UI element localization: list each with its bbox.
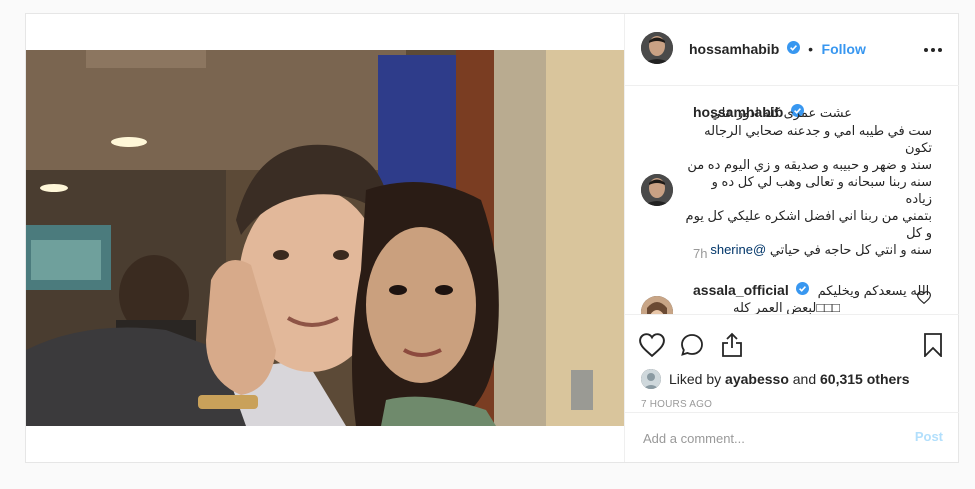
- comment-author[interactable]: assala_official: [693, 282, 789, 298]
- comment-button[interactable]: [679, 333, 705, 362]
- caption-text: عشت عمرى كله ادور علي ست في طيبه امي و ج…: [682, 105, 932, 258]
- share-icon: [721, 332, 743, 362]
- caption-line: عشت عمرى كله ادور علي: [710, 105, 852, 120]
- small-heart-icon: [916, 291, 932, 308]
- commenter-avatar[interactable]: [641, 296, 673, 314]
- header-line: hossamhabib • Follow: [689, 41, 866, 59]
- post-timestamp[interactable]: 7 HOURS AGO: [641, 399, 712, 410]
- separator-dot: •: [808, 41, 814, 58]
- follow-button[interactable]: Follow: [822, 41, 866, 57]
- likes-count[interactable]: 60,315 others: [820, 371, 910, 387]
- post-sidebar: hossamhabib • Follow hossamhabib عشت عمر…: [624, 14, 959, 462]
- photo-area: [26, 14, 624, 462]
- comment-text-line1: الله يسعدكم ويخليكم: [817, 283, 930, 299]
- add-comment-section: Post: [625, 412, 959, 462]
- likes-user[interactable]: ayabesso: [725, 371, 789, 387]
- caption-avatar[interactable]: [641, 174, 673, 206]
- caption-line: سنه ربنا سبحانه و تعالى وهب لي كل ده و ز…: [711, 174, 932, 206]
- bookmark-icon: [923, 333, 943, 361]
- comment-author-line: assala_official الله يسعدكم ويخليكم: [693, 282, 929, 300]
- comment-like-button[interactable]: [916, 291, 932, 309]
- likes-middle: and: [792, 371, 817, 387]
- caption-line: ست في طيبه امي و جدعنه صحابي الرجاله تكو…: [704, 123, 932, 155]
- verified-icon: [786, 41, 800, 59]
- likes-summary[interactable]: Liked by ayabesso and 60,315 others: [669, 371, 910, 387]
- likes-prefix: Liked by: [669, 371, 722, 387]
- post-comment-button[interactable]: Post: [915, 429, 943, 444]
- like-button[interactable]: [639, 333, 665, 362]
- caption-line: سنه و انتي كل حاجه في حياتي @sherine: [682, 241, 932, 258]
- heart-icon: [639, 333, 665, 361]
- comment-icon: [679, 334, 705, 361]
- mention-link[interactable]: @sherine: [710, 242, 766, 257]
- caption-line: بتمني من ربنا اني افضل اشكره عليكي كل يو…: [685, 208, 932, 240]
- caption-line-text: سنه و انتي كل حاجه في حياتي: [769, 242, 932, 257]
- post-card: hossamhabib • Follow hossamhabib عشت عمر…: [25, 13, 959, 463]
- verified-icon: [796, 282, 810, 300]
- caption-time[interactable]: 7h: [693, 246, 707, 261]
- more-icon: [921, 47, 945, 64]
- caption-line: سند و ضهر و حبيبه و صديقه و زي اليوم ده …: [687, 157, 932, 172]
- share-button[interactable]: [721, 332, 743, 363]
- liker-avatar[interactable]: [641, 369, 661, 389]
- author-username[interactable]: hossamhabib: [689, 41, 779, 57]
- post-photo[interactable]: [26, 50, 624, 426]
- comment-text-line2: لبعض العمر كله□□□: [733, 300, 840, 314]
- post-header: hossamhabib • Follow: [625, 14, 959, 86]
- comments-list[interactable]: hossamhabib عشت عمرى كله ادور علي ست في …: [625, 86, 959, 314]
- save-button[interactable]: [923, 333, 943, 362]
- comment-input[interactable]: [641, 427, 905, 449]
- author-avatar[interactable]: [641, 32, 673, 64]
- more-options-button[interactable]: [921, 40, 945, 60]
- post-actions: Liked by ayabesso and 60,315 others 7 HO…: [625, 314, 959, 424]
